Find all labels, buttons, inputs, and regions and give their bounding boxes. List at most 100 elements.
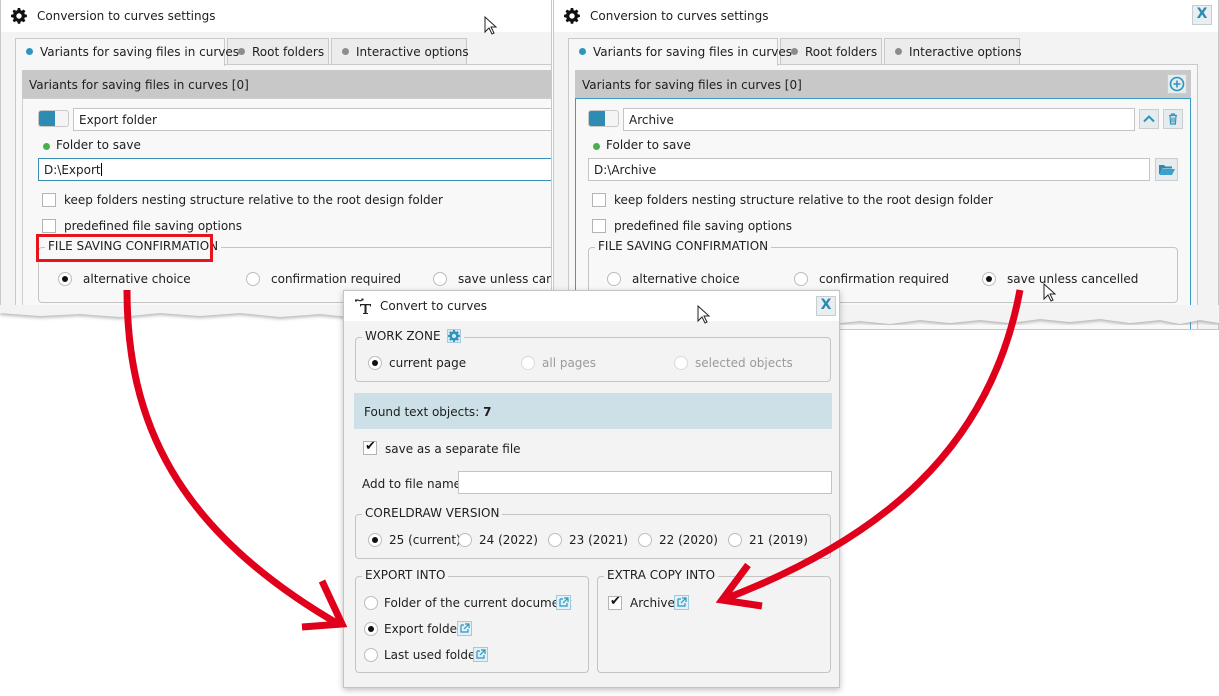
tab-dot-icon bbox=[895, 48, 902, 55]
save-separate-file-checkbox[interactable] bbox=[363, 439, 377, 455]
mouse-cursor-icon bbox=[697, 305, 711, 324]
export-into-group: EXPORT INTO Folder of the current docume… bbox=[355, 568, 589, 673]
folder-path-input[interactable]: D:\Export bbox=[38, 158, 551, 181]
folder-path-input[interactable]: D:\Archive bbox=[588, 158, 1150, 181]
radio-label: save unless cancelled bbox=[458, 272, 551, 286]
radio-label: current page bbox=[389, 356, 467, 370]
tab-label: Variants for saving files in curves bbox=[593, 45, 792, 59]
tab-dot-icon bbox=[579, 48, 586, 55]
dialog-title: Convert to curves bbox=[380, 299, 487, 313]
move-up-button[interactable] bbox=[1139, 109, 1159, 129]
browse-folder-button[interactable] bbox=[1155, 158, 1178, 181]
extra-copy-archive-checkbox[interactable] bbox=[608, 594, 622, 610]
radio-label: confirmation required bbox=[819, 272, 949, 286]
tab-dot-icon bbox=[238, 48, 245, 55]
add-to-file-name-input[interactable] bbox=[458, 471, 832, 494]
variant-name-input[interactable]: Export folder bbox=[73, 108, 551, 131]
close-button[interactable]: X bbox=[1192, 5, 1212, 25]
radio-selected-objects[interactable] bbox=[674, 356, 688, 370]
open-folder-link-button[interactable] bbox=[556, 595, 571, 610]
radio-version-25[interactable] bbox=[368, 533, 382, 547]
radio-save-unless-cancelled[interactable] bbox=[433, 272, 447, 286]
radio-folder-current-document[interactable] bbox=[364, 596, 378, 610]
predefined-options-checkbox[interactable] bbox=[592, 219, 606, 233]
radio-alternative-choice[interactable] bbox=[607, 272, 621, 286]
variant-name-input[interactable]: Archive bbox=[623, 108, 1135, 131]
section-header: Variants for saving files in curves [0] bbox=[22, 70, 551, 98]
group-legend: WORK ZONE bbox=[362, 329, 465, 343]
found-text-objects-banner: Found text objects: 7 bbox=[354, 393, 832, 429]
tab-variants[interactable]: Variants for saving files in curves bbox=[15, 38, 239, 66]
coreldraw-version-group: CORELDRAW VERSION 25 (current) 24 (2022)… bbox=[355, 506, 831, 559]
radio-label: Folder of the current document bbox=[384, 596, 572, 610]
tab-variants[interactable]: Variants for saving files in curves bbox=[568, 38, 792, 66]
gear-icon bbox=[564, 8, 580, 24]
variant-enabled-toggle[interactable] bbox=[38, 110, 69, 127]
tab-root-folders[interactable]: Root folders bbox=[227, 38, 329, 65]
radio-version-21[interactable] bbox=[728, 533, 742, 547]
arrow-left-head bbox=[301, 579, 348, 631]
checkbox-label: Archive bbox=[630, 596, 675, 610]
radio-label: alternative choice bbox=[632, 272, 740, 286]
chevron-up-icon bbox=[1143, 115, 1155, 123]
work-zone-settings-button[interactable] bbox=[447, 329, 462, 343]
radio-label: confirmation required bbox=[271, 272, 401, 286]
predefined-options-label: predefined file saving options bbox=[64, 219, 243, 233]
radio-label: Export folder bbox=[384, 622, 462, 636]
radio-label: 23 (2021) bbox=[569, 533, 628, 547]
open-folder-link-button[interactable] bbox=[473, 647, 488, 662]
mouse-cursor-icon bbox=[1043, 283, 1057, 302]
open-folder-link-button[interactable] bbox=[674, 595, 689, 610]
radio-label: Last used folder bbox=[384, 648, 481, 662]
keep-nesting-checkbox[interactable] bbox=[592, 193, 606, 207]
add-variant-button[interactable] bbox=[1167, 74, 1187, 94]
found-label: Found text objects: bbox=[364, 405, 480, 419]
radio-all-pages[interactable] bbox=[521, 356, 535, 370]
tab-panel: Variants for saving files in curves [0] … bbox=[15, 64, 551, 311]
titlebar: Conversion to curves settings X bbox=[554, 0, 1218, 32]
close-button[interactable]: X bbox=[816, 296, 836, 316]
radio-version-24[interactable] bbox=[458, 533, 472, 547]
save-separate-file-label: save as a separate file bbox=[385, 442, 521, 456]
radio-save-unless-cancelled[interactable] bbox=[982, 272, 996, 286]
legend-text: WORK ZONE bbox=[365, 329, 441, 343]
titlebar: Conversion to curves settings bbox=[1, 0, 551, 32]
section-header-text: Variants for saving files in curves [0] bbox=[582, 78, 802, 92]
open-folder-link-button[interactable] bbox=[457, 621, 472, 636]
add-to-file-name-label: Add to file name bbox=[362, 477, 462, 491]
predefined-options-label: predefined file saving options bbox=[614, 219, 793, 233]
radio-last-used-folder[interactable] bbox=[364, 648, 378, 662]
convert-to-curves-dialog: Convert to curves X WORK ZONE current pa… bbox=[343, 290, 840, 688]
radio-export-folder[interactable] bbox=[364, 622, 378, 636]
radio-label: alternative choice bbox=[83, 272, 191, 286]
group-legend: EXPORT INTO bbox=[362, 568, 449, 582]
keep-nesting-checkbox[interactable] bbox=[42, 193, 56, 207]
radio-label: 21 (2019) bbox=[749, 533, 808, 547]
gear-icon bbox=[448, 330, 461, 342]
predefined-options-checkbox[interactable] bbox=[42, 219, 56, 233]
radio-label: 24 (2022) bbox=[479, 533, 538, 547]
status-dot-icon bbox=[43, 143, 50, 150]
tab-interactive-options[interactable]: Interactive options bbox=[884, 38, 1022, 65]
radio-label: selected objects bbox=[695, 356, 793, 370]
delete-variant-button[interactable] bbox=[1163, 109, 1183, 129]
group-legend: CORELDRAW VERSION bbox=[362, 506, 503, 520]
tab-root-folders[interactable]: Root folders bbox=[780, 38, 882, 65]
plus-circle-icon bbox=[1169, 76, 1185, 92]
window-title: Conversion to curves settings bbox=[37, 9, 216, 23]
tab-label: Interactive options bbox=[909, 45, 1022, 59]
radio-confirmation-required[interactable] bbox=[246, 272, 260, 286]
radio-alternative-choice[interactable] bbox=[58, 272, 72, 286]
gear-icon bbox=[11, 8, 27, 24]
external-link-icon bbox=[460, 623, 470, 633]
radio-version-23[interactable] bbox=[548, 533, 562, 547]
tab-interactive-options[interactable]: Interactive options bbox=[331, 38, 469, 65]
titlebar: Convert to curves X bbox=[344, 291, 839, 321]
mouse-cursor-icon bbox=[484, 16, 498, 35]
radio-confirmation-required[interactable] bbox=[794, 272, 808, 286]
text-caret bbox=[100, 163, 102, 176]
radio-current-page[interactable] bbox=[368, 356, 382, 370]
radio-version-22[interactable] bbox=[638, 533, 652, 547]
external-link-icon bbox=[476, 649, 486, 659]
variant-enabled-toggle[interactable] bbox=[588, 110, 619, 127]
